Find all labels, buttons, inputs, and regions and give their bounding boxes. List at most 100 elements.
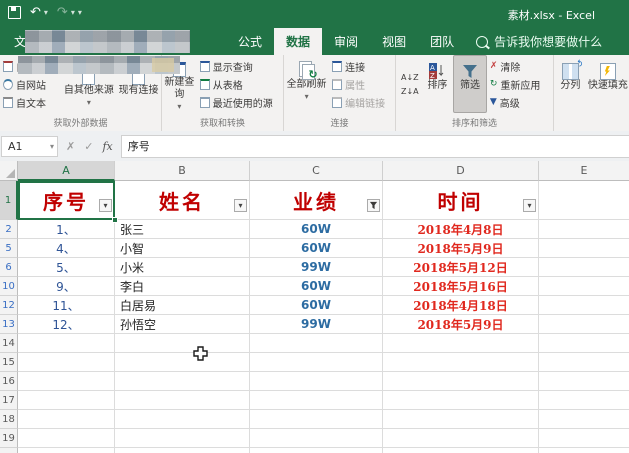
cell-B5[interactable]: 小智 bbox=[115, 239, 250, 258]
undo-button[interactable]: ↶ bbox=[30, 5, 41, 20]
cell-D12[interactable]: 2018年4月18日 bbox=[383, 296, 539, 315]
cell-C13[interactable]: 99W bbox=[250, 315, 383, 334]
cell-B12[interactable]: 白居易 bbox=[115, 296, 250, 315]
column-header-D[interactable]: D bbox=[383, 161, 539, 181]
filter-funnel-button[interactable] bbox=[367, 199, 380, 212]
column-header-B[interactable]: B bbox=[115, 161, 250, 181]
tab-review[interactable]: 审阅 bbox=[322, 28, 370, 55]
cell-E12[interactable] bbox=[539, 296, 629, 315]
cell-C18[interactable] bbox=[250, 410, 383, 429]
row-header-15[interactable]: 15 bbox=[0, 353, 18, 372]
cell-A12[interactable]: 11、 bbox=[18, 296, 115, 315]
cell-A18[interactable] bbox=[18, 410, 115, 429]
cell-A2[interactable]: 1、 bbox=[18, 220, 115, 239]
tab-team[interactable]: 团队 bbox=[418, 28, 466, 55]
cell-B19[interactable] bbox=[115, 429, 250, 448]
reapply-button[interactable]: ↻重新应用 bbox=[490, 75, 551, 93]
cell-E18[interactable] bbox=[539, 410, 629, 429]
tab-formulas[interactable]: 公式 bbox=[226, 28, 274, 55]
clear-filter-button[interactable]: ✗清除 bbox=[490, 57, 551, 75]
row-header-10[interactable]: 10 bbox=[0, 277, 18, 296]
filter-dropdown-button[interactable]: ▾ bbox=[99, 199, 112, 212]
cell-C14[interactable] bbox=[250, 334, 383, 353]
sort-ascending-button[interactable]: A↓Z bbox=[400, 72, 420, 83]
cell-C20[interactable] bbox=[250, 448, 383, 453]
cell-C5[interactable]: 60W bbox=[250, 239, 383, 258]
cell-A20[interactable] bbox=[18, 448, 115, 453]
cell-B2[interactable]: 张三 bbox=[115, 220, 250, 239]
cell-E6[interactable] bbox=[539, 258, 629, 277]
cell-C10[interactable]: 60W bbox=[250, 277, 383, 296]
cell-B6[interactable]: 小米 bbox=[115, 258, 250, 277]
save-icon[interactable] bbox=[8, 6, 21, 19]
cell-C17[interactable] bbox=[250, 391, 383, 410]
cell-B16[interactable] bbox=[115, 372, 250, 391]
cell-D6[interactable]: 2018年5月12日 bbox=[383, 258, 539, 277]
cell-E5[interactable] bbox=[539, 239, 629, 258]
cell-A17[interactable] bbox=[18, 391, 115, 410]
cell-D19[interactable] bbox=[383, 429, 539, 448]
row-header-6[interactable]: 6 bbox=[0, 258, 18, 277]
sort-button[interactable]: AZ 排序 bbox=[422, 55, 454, 113]
column-header-C[interactable]: C bbox=[250, 161, 383, 181]
show-queries-button[interactable]: 显示查询 bbox=[200, 57, 281, 75]
header-cell-A1[interactable]: 序号▾ bbox=[18, 181, 115, 220]
cell-C6[interactable]: 99W bbox=[250, 258, 383, 277]
cell-C12[interactable]: 60W bbox=[250, 296, 383, 315]
undo-caret-icon[interactable]: ▾ bbox=[44, 8, 48, 17]
cell-B18[interactable] bbox=[115, 410, 250, 429]
cell-D15[interactable] bbox=[383, 353, 539, 372]
cell-D14[interactable] bbox=[383, 334, 539, 353]
row-header-13[interactable]: 13 bbox=[0, 315, 18, 334]
header-cell-D1[interactable]: 时间▾ bbox=[383, 181, 539, 220]
row-header-5[interactable]: 5 bbox=[0, 239, 18, 258]
tab-view[interactable]: 视图 bbox=[370, 28, 418, 55]
cell-E15[interactable] bbox=[539, 353, 629, 372]
cell-A13[interactable]: 12、 bbox=[18, 315, 115, 334]
cell-D10[interactable]: 2018年5月16日 bbox=[383, 277, 539, 296]
cell-A5[interactable]: 4、 bbox=[18, 239, 115, 258]
tell-me-search[interactable]: 告诉我你想要做什么 bbox=[466, 28, 602, 55]
connections-button[interactable]: 连接 bbox=[332, 57, 393, 75]
cell-E19[interactable] bbox=[539, 429, 629, 448]
cell-D5[interactable]: 2018年5月9日 bbox=[383, 239, 539, 258]
tab-data[interactable]: 数据 bbox=[274, 28, 322, 55]
cell-A6[interactable]: 5、 bbox=[18, 258, 115, 277]
row-header-14[interactable]: 14 bbox=[0, 334, 18, 353]
cell-E14[interactable] bbox=[539, 334, 629, 353]
cell-B15[interactable] bbox=[115, 353, 250, 372]
cell-E10[interactable] bbox=[539, 277, 629, 296]
refresh-all-button[interactable]: ↻ 全部刷新 ▾ bbox=[284, 55, 329, 113]
row-header-20[interactable]: 20 bbox=[0, 448, 18, 453]
fill-handle[interactable] bbox=[112, 217, 118, 223]
flash-fill-button[interactable]: 快速填充 bbox=[587, 55, 629, 113]
cell-D16[interactable] bbox=[383, 372, 539, 391]
enter-icon[interactable]: ✓ bbox=[84, 140, 93, 153]
cell-D17[interactable] bbox=[383, 391, 539, 410]
customize-qat-icon[interactable]: ▾ bbox=[78, 8, 82, 17]
sort-descending-button[interactable]: Z↓A bbox=[400, 86, 420, 97]
row-header-12[interactable]: 12 bbox=[0, 296, 18, 315]
cell-B17[interactable] bbox=[115, 391, 250, 410]
row-header-1[interactable]: 1 bbox=[0, 181, 18, 220]
header-cell-E1[interactable] bbox=[539, 181, 629, 220]
name-box[interactable]: A1 ▾ bbox=[1, 136, 58, 157]
cell-C19[interactable] bbox=[250, 429, 383, 448]
cell-B13[interactable]: 孙悟空 bbox=[115, 315, 250, 334]
insert-function-icon[interactable]: fx bbox=[102, 140, 112, 153]
column-header-E[interactable]: E bbox=[539, 161, 629, 181]
cell-A19[interactable] bbox=[18, 429, 115, 448]
cell-B20[interactable] bbox=[115, 448, 250, 453]
cell-B10[interactable]: 李白 bbox=[115, 277, 250, 296]
cell-B14[interactable] bbox=[115, 334, 250, 353]
from-web-button[interactable]: 自网站 bbox=[3, 75, 60, 93]
cell-A10[interactable]: 9、 bbox=[18, 277, 115, 296]
cancel-icon[interactable]: ✗ bbox=[66, 140, 75, 153]
advanced-filter-button[interactable]: ▼高级 bbox=[490, 93, 551, 111]
filter-button[interactable]: 筛选 bbox=[453, 55, 487, 113]
from-table-button[interactable]: 从表格 bbox=[200, 75, 281, 93]
row-header-17[interactable]: 17 bbox=[0, 391, 18, 410]
filter-dropdown-button[interactable]: ▾ bbox=[234, 199, 247, 212]
row-header-19[interactable]: 19 bbox=[0, 429, 18, 448]
cell-E17[interactable] bbox=[539, 391, 629, 410]
